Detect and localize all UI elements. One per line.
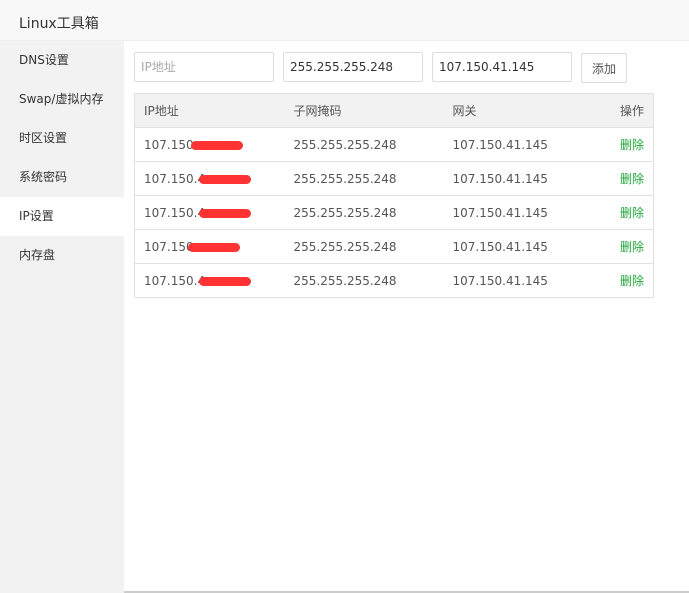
redaction-mark xyxy=(187,242,240,252)
gateway-input[interactable] xyxy=(432,52,572,82)
mask-cell: 255.255.255.248 xyxy=(284,195,444,230)
gateway-cell: 107.150.41.145 xyxy=(443,195,593,230)
add-button[interactable]: 添加 xyxy=(581,53,627,83)
delete-link[interactable]: 删除 xyxy=(620,138,644,152)
subnet-mask-input[interactable] xyxy=(283,52,423,82)
ip-cell: 107.150 xyxy=(134,229,285,264)
table-row: 107.150.4 255.255.255.248 107.150.41.145… xyxy=(134,195,654,230)
action-cell: 删除 xyxy=(592,195,654,230)
action-cell: 删除 xyxy=(592,161,654,196)
sidebar-item-ip[interactable]: IP设置 xyxy=(0,197,124,236)
ip-cell: 107.150. xyxy=(134,127,285,162)
ip-input[interactable] xyxy=(134,52,274,82)
table-row: 107.150.4 255.255.255.248 107.150.41.145… xyxy=(134,161,654,196)
table-row: 107.150 255.255.255.248 107.150.41.145 删… xyxy=(134,229,654,264)
mask-cell: 255.255.255.248 xyxy=(284,263,444,298)
ip-cell: 107.150.4 xyxy=(134,263,285,298)
window-title: Linux工具箱 xyxy=(0,0,689,41)
content-panel: 添加 IP地址 子网掩码 网关 操作 107.150. 255.255.255.… xyxy=(124,41,689,593)
redaction-mark xyxy=(199,174,252,184)
delete-link[interactable]: 删除 xyxy=(620,172,644,186)
mask-cell: 255.255.255.248 xyxy=(284,127,444,162)
header-gateway: 网关 xyxy=(443,93,593,128)
action-cell: 删除 xyxy=(592,229,654,264)
delete-link[interactable]: 删除 xyxy=(620,240,644,254)
sidebar: DNS设置 Swap/虚拟内存 时区设置 系统密码 IP设置 内存盘 xyxy=(0,41,124,593)
header-mask: 子网掩码 xyxy=(284,93,444,128)
gateway-cell: 107.150.41.145 xyxy=(443,127,593,162)
ip-cell: 107.150.4 xyxy=(134,195,285,230)
sidebar-item-password[interactable]: 系统密码 xyxy=(0,158,124,197)
action-cell: 删除 xyxy=(592,127,654,162)
ip-table: IP地址 子网掩码 网关 操作 107.150. 255.255.255.248… xyxy=(134,93,654,298)
redaction-mark xyxy=(199,208,252,218)
table-row: 107.150. 255.255.255.248 107.150.41.145 … xyxy=(134,127,654,162)
redaction-mark xyxy=(199,276,252,286)
delete-link[interactable]: 删除 xyxy=(620,274,644,288)
gateway-cell: 107.150.41.145 xyxy=(443,229,593,264)
table-row: 107.150.4 255.255.255.248 107.150.41.145… xyxy=(134,263,654,298)
mask-cell: 255.255.255.248 xyxy=(284,161,444,196)
ip-cell: 107.150.4 xyxy=(134,161,285,196)
action-cell: 删除 xyxy=(592,263,654,298)
sidebar-item-timezone[interactable]: 时区设置 xyxy=(0,119,124,158)
sidebar-item-ramdisk[interactable]: 内存盘 xyxy=(0,236,124,275)
redaction-mark xyxy=(191,140,244,150)
mask-cell: 255.255.255.248 xyxy=(284,229,444,264)
header-action: 操作 xyxy=(592,93,654,128)
header-ip: IP地址 xyxy=(134,93,285,128)
delete-link[interactable]: 删除 xyxy=(620,206,644,220)
gateway-cell: 107.150.41.145 xyxy=(443,263,593,298)
sidebar-item-swap[interactable]: Swap/虚拟内存 xyxy=(0,80,124,119)
sidebar-item-dns[interactable]: DNS设置 xyxy=(0,41,124,80)
gateway-cell: 107.150.41.145 xyxy=(443,161,593,196)
